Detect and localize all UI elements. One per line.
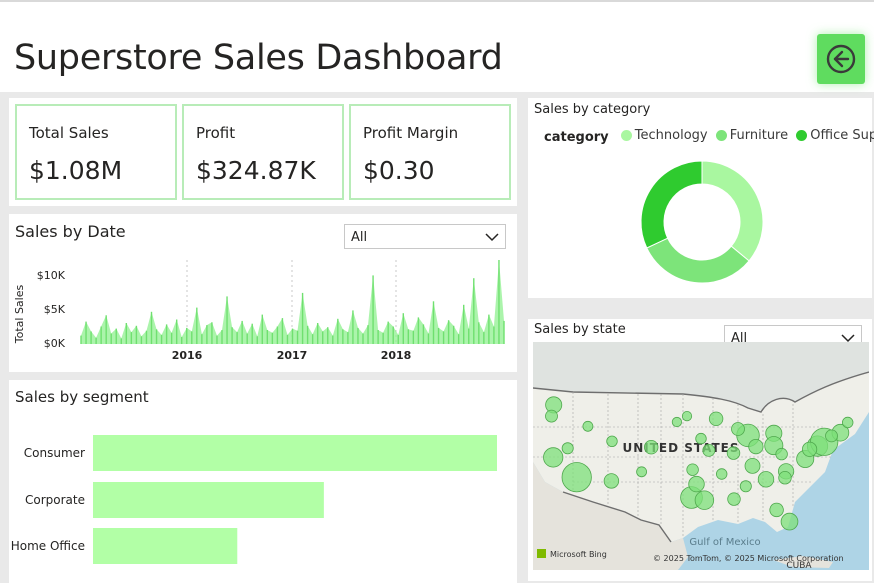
state-bubble[interactable] <box>778 470 792 485</box>
legend-item[interactable]: Furniture <box>715 128 789 143</box>
category-donut-chart <box>640 160 764 284</box>
dashboard-canvas: Superstore Sales Dashboard Total Sales $… <box>0 0 874 583</box>
state-bubble[interactable] <box>842 416 854 429</box>
legend-label: Furniture <box>729 128 789 143</box>
state-bubble[interactable] <box>780 512 799 531</box>
state-bubble[interactable] <box>636 466 647 478</box>
sales-by-segment-title: Sales by segment <box>15 388 149 406</box>
kpi-card-profit-margin: Profit Margin $0.30 <box>349 104 511 200</box>
legend-dot <box>796 130 808 141</box>
y-tick-label: $0K <box>44 337 66 350</box>
sales-by-category-title: Sales by category <box>534 102 651 117</box>
legend-dot <box>620 130 632 141</box>
state-bubble[interactable] <box>561 442 574 455</box>
state-bubble[interactable] <box>715 468 728 480</box>
date-filter-dropdown[interactable]: All <box>344 224 506 249</box>
state-bubble[interactable] <box>671 416 682 428</box>
sales-by-state-panel: Sales by state All UNITED STATES Gulf of… <box>528 319 872 581</box>
state-bubble[interactable] <box>775 447 788 461</box>
state-bubble[interactable] <box>686 463 699 476</box>
kpi-value: $0.30 <box>363 156 435 185</box>
sales-map[interactable]: UNITED STATES Gulf of Mexico CUBA Micros… <box>533 342 869 570</box>
legend-label: Office Supplies <box>810 128 874 143</box>
legend-item[interactable]: Office Supplies <box>796 128 874 143</box>
x-tick-label: 2017 <box>277 349 308 362</box>
segment-bar[interactable] <box>93 435 497 471</box>
category-legend: category Technology Furniture Office Sup… <box>544 128 874 145</box>
back-button[interactable] <box>817 34 865 84</box>
legend-label: Technology <box>634 128 708 143</box>
state-bubble[interactable] <box>757 471 775 488</box>
kpi-card-profit: Profit $324.87K <box>182 104 344 200</box>
sales-by-state-title: Sales by state <box>534 322 626 337</box>
kpi-label: Profit <box>196 124 236 142</box>
chevron-down-icon <box>485 233 499 242</box>
state-bubble[interactable] <box>769 502 784 518</box>
donut-slice[interactable] <box>701 160 764 262</box>
bing-label: Microsoft Bing <box>550 550 607 559</box>
segment-bar[interactable] <box>93 482 324 518</box>
state-bubble[interactable] <box>702 444 716 457</box>
state-bubble[interactable] <box>695 432 707 445</box>
legend-item[interactable]: Technology <box>620 128 708 143</box>
bing-logo-icon <box>537 549 546 558</box>
donut-slice[interactable] <box>640 160 703 249</box>
gulf-label: Gulf of Mexico <box>689 537 760 548</box>
x-tick-label: 2018 <box>381 349 412 362</box>
legend-dot <box>715 130 727 141</box>
sales-by-date-title: Sales by Date <box>15 222 126 241</box>
state-bubble[interactable] <box>801 441 818 457</box>
state-bubble[interactable] <box>582 420 594 432</box>
x-tick-label: 2016 <box>172 349 203 362</box>
y-axis-title: Total Sales <box>13 285 26 345</box>
segment-label: Consumer <box>24 446 85 460</box>
state-bubble[interactable] <box>825 429 838 443</box>
state-bubble[interactable] <box>606 435 618 448</box>
kpi-value: $1.08M <box>29 156 123 185</box>
state-bubble[interactable] <box>545 409 558 423</box>
sales-by-date-chart: Total Sales $10K $5K $0K 2016 2017 2018 <box>13 260 505 362</box>
y-tick-label: $10K <box>37 269 66 282</box>
state-bubble[interactable] <box>708 411 724 427</box>
sales-by-segment-panel: Sales by segment Consumer Corporate Home O… <box>9 380 517 583</box>
state-bubble[interactable] <box>727 492 741 506</box>
country-label: UNITED STATES <box>622 441 739 455</box>
header-bar: Superstore Sales Dashboard <box>0 0 874 92</box>
state-bubble[interactable] <box>688 475 705 493</box>
kpi-label: Total Sales <box>29 124 109 142</box>
state-bubble[interactable] <box>748 439 764 455</box>
state-bubble[interactable] <box>643 439 659 455</box>
legend-title: category <box>544 130 609 145</box>
state-bubble[interactable] <box>543 447 564 468</box>
segment-label: Corporate <box>25 493 85 507</box>
segment-bar[interactable] <box>93 528 238 564</box>
kpi-label: Profit Margin <box>363 124 459 142</box>
state-bubble[interactable] <box>603 473 620 489</box>
sales-by-date-panel: Sales by Date All Total Sales $10K $5K $… <box>9 214 517 372</box>
map-attribution: © 2025 TomTom, © 2025 Microsoft Corporat… <box>653 554 844 563</box>
arrow-left-circle-icon <box>826 44 856 74</box>
y-tick-label: $5K <box>44 303 66 316</box>
state-bubble[interactable] <box>561 462 592 493</box>
sales-by-category-panel: Sales by category category Technology Fu… <box>528 98 874 298</box>
page-title: Superstore Sales Dashboard <box>14 38 503 78</box>
segment-label: Home Office <box>11 539 85 553</box>
state-bubble[interactable] <box>681 411 693 422</box>
state-bubble[interactable] <box>726 446 741 460</box>
state-bubble[interactable] <box>731 422 745 436</box>
kpi-card-total-sales: Total Sales $1.08M <box>15 104 177 200</box>
sales-by-segment-chart: Consumer Corporate Home Office <box>11 435 497 564</box>
date-filter-value: All <box>351 230 368 245</box>
state-bubble[interactable] <box>744 458 761 474</box>
kpi-value: $324.87K <box>196 156 316 185</box>
state-bubble[interactable] <box>739 480 752 493</box>
state-bubble[interactable] <box>694 490 715 510</box>
